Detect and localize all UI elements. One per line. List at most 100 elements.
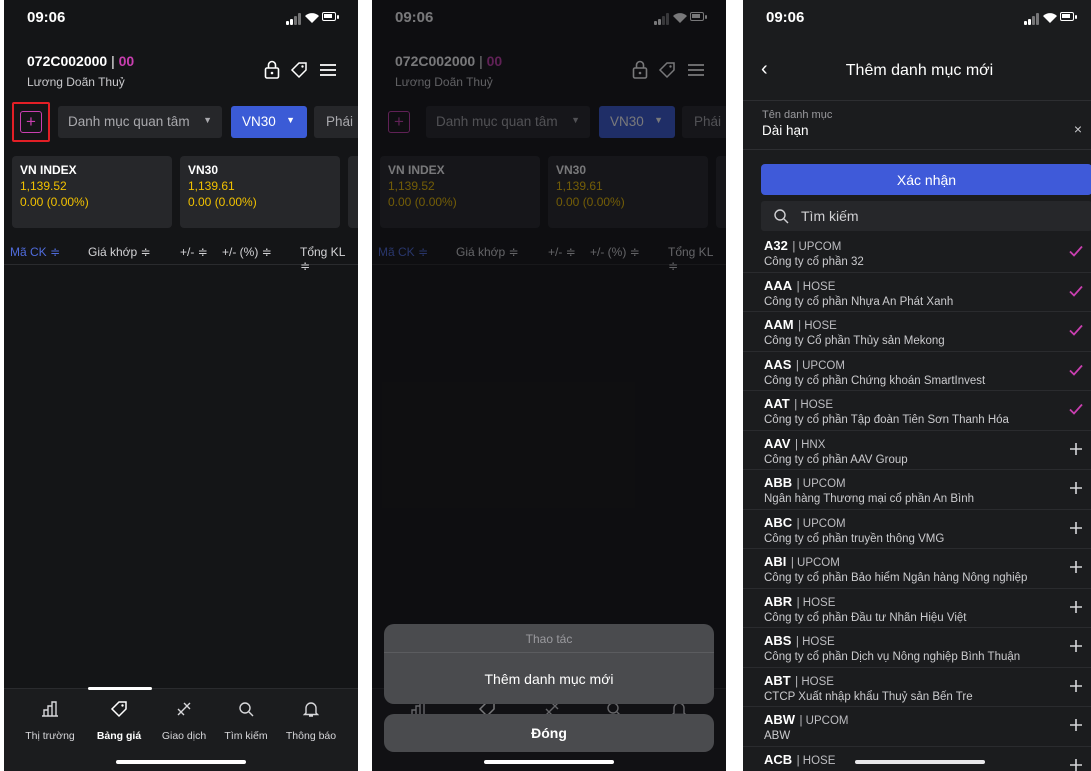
check-icon[interactable] bbox=[1068, 362, 1084, 378]
list-item[interactable]: ABC | UPCOM Công ty cổ phần truyền thông … bbox=[743, 510, 1091, 549]
index-name: VN30 bbox=[188, 163, 219, 177]
account-separator: | bbox=[111, 53, 115, 69]
watchlist-dropdown[interactable]: Danh mục quan tâm ▼ bbox=[58, 106, 222, 138]
add-watchlist-button[interactable]: + bbox=[20, 111, 42, 133]
index-dropdown-label: VN30 bbox=[242, 114, 276, 129]
stock-exchange: | UPCOM bbox=[795, 359, 845, 372]
search-icon bbox=[774, 209, 789, 224]
status-icons bbox=[286, 11, 339, 25]
list-item[interactable]: AAS | UPCOM Công ty cổ phần Chứng khoán S… bbox=[743, 352, 1091, 391]
company-name: Công ty Cổ phần Thủy sản Mekong bbox=[764, 335, 945, 347]
company-name: Ngân hàng Thương mại cổ phần An Bình bbox=[764, 493, 975, 505]
stock-exchange: | UPCOM bbox=[799, 715, 849, 727]
plus-icon[interactable] bbox=[1068, 678, 1084, 694]
list-item[interactable]: ABB | UPCOM Ngân hàng Thương mại cổ phần … bbox=[743, 470, 1091, 510]
list-item[interactable]: ABS | HOSE Công ty cổ phần Dịch vụ Nông n… bbox=[743, 628, 1091, 668]
stock-code-line: ABW | UPCOM bbox=[764, 711, 1091, 729]
tag-icon[interactable] bbox=[290, 61, 308, 84]
stock-exchange: | UPCOM bbox=[792, 241, 842, 253]
confirm-button[interactable]: Xác nhận bbox=[761, 164, 1091, 195]
company-name: Công ty cổ phần Dịch vụ Nông nghiệp Bình… bbox=[764, 651, 1021, 663]
list-item[interactable]: AAA | HOSE Công ty cổ phần Nhựa An Phát X… bbox=[743, 273, 1091, 312]
status-time: 09:06 bbox=[766, 9, 805, 26]
plus-icon[interactable] bbox=[1068, 480, 1084, 496]
table-header: Mã CK ≑ Giá khớp ≑ +/- ≑ +/- (%) ≑ Tổng … bbox=[4, 241, 358, 273]
col-change-pct[interactable]: +/- (%) ≑ bbox=[222, 245, 272, 259]
plus-icon[interactable] bbox=[1068, 717, 1084, 733]
close-button[interactable]: Đóng bbox=[384, 714, 714, 752]
plus-icon[interactable] bbox=[1068, 441, 1084, 457]
col-change[interactable]: +/- ≑ bbox=[180, 245, 208, 259]
home-indicator bbox=[116, 760, 246, 764]
stock-code: ABR bbox=[764, 593, 793, 609]
search-placeholder: Tìm kiếm bbox=[801, 208, 859, 224]
lock-icon[interactable] bbox=[264, 60, 280, 85]
bottom-tab-bar: Thị trường Bảng giá Giao dịch Tìm kiếm T… bbox=[4, 687, 358, 771]
list-item[interactable]: ACB | HOSE bbox=[743, 747, 1091, 771]
stock-code-line: AAA | HOSE bbox=[764, 277, 1091, 295]
check-icon[interactable] bbox=[1068, 401, 1084, 417]
list-item[interactable]: AAV | HNX Công ty cổ phần AAV Group bbox=[743, 431, 1091, 470]
stock-code: ABS bbox=[764, 633, 792, 648]
plus-icon[interactable] bbox=[1068, 559, 1084, 575]
company-name: Công ty cổ phần AAV Group bbox=[764, 453, 908, 466]
check-icon[interactable] bbox=[1068, 322, 1084, 338]
status-icons bbox=[1024, 11, 1077, 25]
tab-trade[interactable]: Giao dịch bbox=[149, 697, 219, 742]
stock-code: ABC bbox=[764, 514, 793, 530]
watchlist-name-input[interactable]: Dài hạn bbox=[762, 123, 1091, 138]
add-new-watchlist-option[interactable]: Thêm danh mục mới bbox=[384, 652, 714, 704]
stock-exchange: | HOSE bbox=[795, 636, 835, 648]
plus-icon[interactable] bbox=[1068, 599, 1084, 615]
stock-code-line: AAM | HOSE bbox=[764, 316, 1091, 334]
nav-bar: ‹ Thêm danh mục mới bbox=[743, 52, 1091, 92]
stock-code-line: AAS | UPCOM bbox=[764, 356, 1091, 374]
list-item[interactable]: ABT | HOSE CTCP Xuất nhập khẩu Thuỷ sản B… bbox=[743, 668, 1091, 707]
list-item[interactable]: ABI | UPCOM Công ty cổ phần Bảo hiểm Ngân… bbox=[743, 549, 1091, 589]
company-name: Công ty cổ phần 32 bbox=[764, 256, 864, 268]
home-indicator bbox=[854, 760, 985, 764]
page-title: Thêm danh mục mới bbox=[845, 62, 994, 79]
bell-icon bbox=[276, 697, 346, 721]
company-name: Công ty cổ phần Tập đoàn Tiên Sơn Thanh … bbox=[764, 414, 1009, 426]
watchlist-name-field[interactable]: Tên danh mục Dài hạn × bbox=[743, 100, 1091, 150]
tab-label: Thông báo bbox=[285, 730, 337, 742]
list-item[interactable]: AAT | HOSE Công ty cổ phần Tập đoàn Tiên … bbox=[743, 391, 1091, 431]
tab-market[interactable]: Thị trường bbox=[15, 697, 85, 742]
list-item[interactable]: A32 | UPCOM Công ty cổ phần 32 bbox=[743, 233, 1091, 273]
col-total-volume[interactable]: Tổng KL ≑ bbox=[300, 245, 358, 273]
watchlist-name-label: Tên danh mục bbox=[762, 109, 833, 121]
list-item[interactable]: ABW | UPCOM ABW bbox=[743, 707, 1091, 747]
price-board-screen: 09:06 072C002000 | 00 Lương Doãn Thuỷ + bbox=[4, 0, 358, 771]
caret-down-icon: ▼ bbox=[286, 115, 295, 125]
header-actions bbox=[260, 60, 340, 82]
check-icon[interactable] bbox=[1068, 283, 1084, 299]
derivatives-tab[interactable]: Phái bbox=[314, 106, 358, 138]
company-name: Công ty cổ phần Nhựa An Phát Xanh bbox=[764, 295, 954, 308]
tab-price-board[interactable]: Bảng giá bbox=[84, 697, 154, 742]
tab-notifications[interactable]: Thông báo bbox=[276, 697, 346, 742]
col-match-price[interactable]: Giá khớp ≑ bbox=[88, 245, 151, 259]
list-item[interactable]: AAM | HOSE Công ty Cổ phần Thủy sản Mekon… bbox=[743, 312, 1091, 352]
col-symbol[interactable]: Mã CK ≑ bbox=[10, 245, 60, 259]
check-icon[interactable] bbox=[1068, 243, 1084, 259]
account-info[interactable]: 072C002000 | 00 Lương Doãn Thuỷ bbox=[27, 53, 134, 89]
index-card-vn30[interactable]: VN30 1,139.61 0.00 (0.00%) bbox=[180, 156, 340, 228]
plus-icon[interactable] bbox=[1068, 520, 1084, 536]
plus-icon[interactable] bbox=[1068, 757, 1084, 771]
account-id-line: 072C002000 | 00 bbox=[27, 53, 134, 69]
index-dropdown[interactable]: VN30 ▼ bbox=[231, 106, 307, 138]
list-item[interactable]: ABR | HOSE Công ty cổ phần Đầu tư Nhãn Hi… bbox=[743, 589, 1091, 628]
search-input[interactable]: Tìm kiếm bbox=[761, 201, 1091, 231]
index-change: 0.00 (0.00%) bbox=[20, 195, 89, 209]
tab-search[interactable]: Tìm kiếm bbox=[211, 697, 281, 742]
clear-icon[interactable]: × bbox=[1074, 121, 1082, 137]
sub-account: 00 bbox=[118, 53, 135, 69]
stock-exchange: | HOSE bbox=[796, 596, 836, 609]
index-card-partial[interactable] bbox=[348, 156, 358, 228]
menu-icon[interactable] bbox=[320, 63, 336, 82]
tab-label: Bảng giá bbox=[96, 730, 142, 742]
plus-icon[interactable] bbox=[1068, 638, 1084, 654]
index-card-vnindex[interactable]: VN INDEX 1,139.52 0.00 (0.00%) bbox=[12, 156, 172, 228]
stock-code-line: ABC | UPCOM bbox=[764, 514, 1091, 532]
